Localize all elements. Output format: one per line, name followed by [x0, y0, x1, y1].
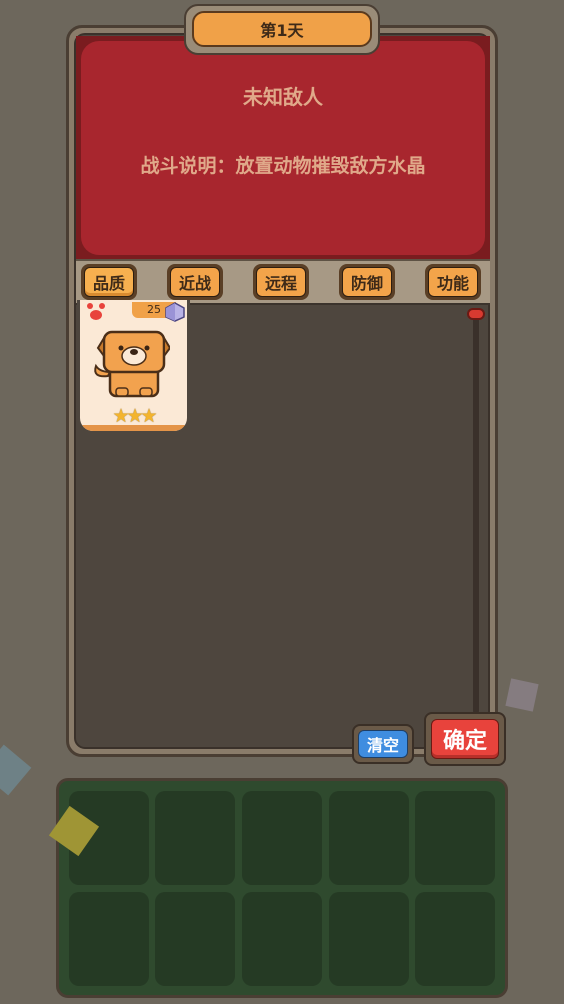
filter-bar: 品质 近战 远程 防御 功能 — [76, 259, 490, 305]
filter-ranged-button[interactable]: 远程 — [253, 264, 309, 300]
team-slot[interactable] — [415, 791, 495, 885]
star-rating: ★★★ — [112, 405, 157, 427]
enemy-name: 未知敌人 — [243, 85, 323, 109]
filter-utility-label: 功能 — [428, 267, 478, 297]
animal-card[interactable]: 25 ★★★ — [77, 300, 190, 434]
confirm-button[interactable]: 确定 — [424, 712, 506, 766]
filter-melee-button[interactable]: 近战 — [167, 264, 223, 300]
day-label: 第1天 — [192, 11, 372, 47]
filter-utility-button[interactable]: 功能 — [425, 264, 481, 300]
battle-info-panel: 未知敌人 战斗说明：放置动物摧毁敌方水晶 — [76, 36, 490, 260]
card-bottom-bar — [80, 425, 187, 431]
day-tab-frame: 第1天 — [184, 4, 380, 55]
team-slot[interactable] — [155, 791, 235, 885]
team-slot[interactable] — [69, 892, 149, 986]
scrollbar-thumb[interactable] — [467, 308, 485, 320]
team-slot[interactable] — [415, 892, 495, 986]
crystal-icon — [165, 302, 185, 322]
filter-defense-button[interactable]: 防御 — [339, 264, 395, 300]
team-slot[interactable] — [242, 791, 322, 885]
dog-icon — [94, 330, 170, 398]
filter-defense-label: 防御 — [342, 267, 392, 297]
team-slot[interactable] — [242, 892, 322, 986]
filter-quality-label: 品质 — [84, 267, 134, 297]
confetti-teal-diamond — [0, 744, 32, 796]
team-slot[interactable] — [329, 892, 409, 986]
filter-quality-button[interactable]: 品质 — [81, 264, 137, 300]
battle-description: 战斗说明：放置动物摧毁敌方水晶 — [140, 155, 426, 177]
clear-button-label: 清空 — [358, 730, 408, 758]
battle-info-inner: 未知敌人 战斗说明：放置动物摧毁敌方水晶 — [81, 41, 485, 255]
paw-icon — [87, 303, 105, 320]
clear-button[interactable]: 清空 — [352, 724, 414, 764]
team-slot[interactable] — [155, 892, 235, 986]
confirm-button-label: 确定 — [431, 719, 499, 759]
filter-melee-label: 近战 — [170, 267, 220, 297]
scrollbar-track[interactable] — [473, 310, 479, 714]
team-slot[interactable] — [329, 791, 409, 885]
filter-ranged-label: 远程 — [256, 267, 306, 297]
team-slot-panel — [56, 778, 508, 998]
confetti-grey-square — [505, 678, 539, 712]
